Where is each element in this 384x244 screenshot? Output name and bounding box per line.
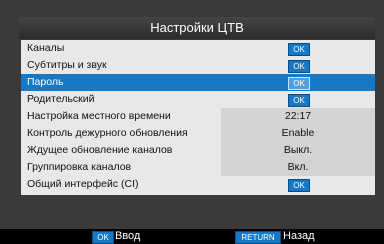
return-key-icon: RETURN xyxy=(235,231,281,244)
menu-item-standby-update-control[interactable]: Контроль дежурного обновления Enable xyxy=(21,125,375,142)
menu-item-label: Каналы xyxy=(27,42,65,54)
local-time-value: 22:17 xyxy=(284,110,312,122)
ok-button[interactable]: OK xyxy=(288,77,310,90)
ok-button[interactable]: OK xyxy=(288,94,310,107)
menu-item-channels[interactable]: Каналы OK xyxy=(21,40,375,57)
menu-item-value-cell: Выкл. xyxy=(221,142,375,159)
menu-item-value-cell: Enable xyxy=(221,125,375,142)
settings-menu: Каналы OK Субтитры и звук OK Пароль OK Р… xyxy=(21,40,375,195)
footer-hints: OK Ввод RETURN Назад xyxy=(0,229,384,244)
menu-item-channel-grouping[interactable]: Группировка каналов Вкл. xyxy=(21,159,375,176)
menu-item-value-cell: OK xyxy=(221,40,375,57)
menu-item-standby-channel-update[interactable]: Ждущее обновление каналов Выкл. xyxy=(21,142,375,159)
menu-item-label: Родительский xyxy=(27,93,95,105)
menu-item-label: Общий интерфейс (CI) xyxy=(27,178,139,190)
menu-item-label: Контроль дежурного обновления xyxy=(27,127,188,139)
menu-item-label: Ждущее обновление каналов xyxy=(27,144,173,156)
menu-item-password[interactable]: Пароль OK xyxy=(21,74,375,91)
ok-button[interactable]: OK xyxy=(288,43,310,56)
menu-item-label: Пароль xyxy=(27,76,64,88)
menu-item-value-cell: Вкл. xyxy=(221,159,375,176)
menu-item-parental[interactable]: Родительский OK xyxy=(21,91,375,108)
menu-item-subtitles-audio[interactable]: Субтитры и звук OK xyxy=(21,57,375,74)
menu-item-local-time[interactable]: Настройка местного времени 22:17 xyxy=(21,108,375,125)
ok-button[interactable]: OK xyxy=(288,179,310,192)
menu-item-value-cell: OK xyxy=(221,176,375,193)
settings-panel: Настройки ЦТВ Каналы OK Субтитры и звук … xyxy=(0,0,384,229)
standby-update-value: Enable xyxy=(281,127,315,139)
channel-grouping-value: Вкл. xyxy=(287,161,309,173)
menu-item-value-cell: OK xyxy=(221,91,375,108)
menu-item-label: Группировка каналов xyxy=(27,161,132,173)
menu-item-value-cell: OK xyxy=(221,74,375,91)
channel-update-value: Выкл. xyxy=(283,144,313,156)
page-title: Настройки ЦТВ xyxy=(19,17,375,39)
menu-item-common-interface[interactable]: Общий интерфейс (CI) OK xyxy=(21,176,375,193)
menu-item-label: Настройка местного времени xyxy=(27,110,171,122)
menu-item-value-cell: 22:17 xyxy=(221,108,375,125)
menu-item-label: Субтитры и звук xyxy=(27,59,107,71)
return-hint-label: Назад xyxy=(283,230,315,242)
ok-button[interactable]: OK xyxy=(288,60,310,73)
menu-item-value-cell: OK xyxy=(221,57,375,74)
ok-key-icon: OK xyxy=(92,231,114,244)
ok-hint-label: Ввод xyxy=(115,230,141,242)
